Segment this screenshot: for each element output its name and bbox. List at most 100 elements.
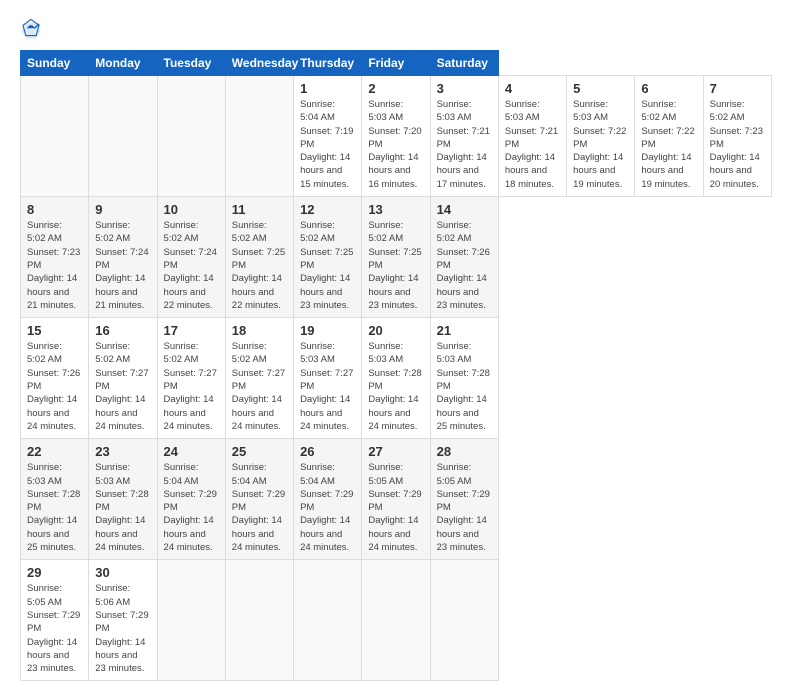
logo-icon	[20, 18, 42, 40]
day-info: Sunrise: 5:03 AMSunset: 7:21 PMDaylight:…	[505, 98, 560, 191]
calendar-cell: 4 Sunrise: 5:03 AMSunset: 7:21 PMDaylight…	[498, 76, 566, 197]
day-info: Sunrise: 5:04 AMSunset: 7:29 PMDaylight:…	[300, 461, 355, 554]
calendar-cell: 27Sunrise: 5:05 AMSunset: 7:29 PMDayligh…	[362, 439, 430, 560]
day-info: Sunrise: 5:04 AMSunset: 7:19 PMDaylight:…	[300, 98, 355, 191]
calendar-cell: 20 Sunrise: 5:03 AMSunset: 7:28 PMDayligh…	[362, 318, 430, 439]
day-info: Sunrise: 5:03 AMSunset: 7:28 PMDaylight:…	[437, 340, 492, 433]
day-info: Sunrise: 5:02 AMSunset: 7:23 PMDaylight:…	[27, 219, 82, 312]
calendar-cell: 17 Sunrise: 5:02 AMSunset: 7:27 PMDayligh…	[157, 318, 225, 439]
calendar-cell: 10 Sunrise: 5:02 AMSunset: 7:24 PMDayligh…	[157, 197, 225, 318]
calendar-cell: 28 Sunrise: 5:05 AMSunset: 7:29 PMDayligh…	[430, 439, 498, 560]
day-number: 30	[95, 565, 150, 580]
day-number: 25	[232, 444, 287, 459]
day-info: Sunrise: 5:04 AMSunset: 7:29 PMDaylight:…	[232, 461, 287, 554]
week-row-1: 1Sunrise: 5:04 AMSunset: 7:19 PMDaylight…	[21, 76, 772, 197]
day-number: 26	[300, 444, 355, 459]
calendar-cell: 30Sunrise: 5:06 AMSunset: 7:29 PMDayligh…	[89, 560, 157, 681]
calendar-cell: 11Sunrise: 5:02 AMSunset: 7:25 PMDayligh…	[225, 197, 293, 318]
calendar-cell	[225, 76, 293, 197]
day-number: 2	[368, 81, 423, 96]
day-number: 4	[505, 81, 560, 96]
calendar-cell: 1Sunrise: 5:04 AMSunset: 7:19 PMDaylight…	[294, 76, 362, 197]
calendar-table: SundayMondayTuesdayWednesdayThursdayFrid…	[20, 50, 772, 681]
day-info: Sunrise: 5:03 AMSunset: 7:28 PMDaylight:…	[95, 461, 150, 554]
day-info: Sunrise: 5:03 AMSunset: 7:22 PMDaylight:…	[573, 98, 628, 191]
week-row-3: 15 Sunrise: 5:02 AMSunset: 7:26 PMDayligh…	[21, 318, 772, 439]
calendar-cell: 23 Sunrise: 5:03 AMSunset: 7:28 PMDayligh…	[89, 439, 157, 560]
calendar-cell: 18Sunrise: 5:02 AMSunset: 7:27 PMDayligh…	[225, 318, 293, 439]
day-number: 28	[437, 444, 492, 459]
day-info: Sunrise: 5:02 AMSunset: 7:25 PMDaylight:…	[368, 219, 423, 312]
calendar-cell	[89, 76, 157, 197]
calendar-cell: 2 Sunrise: 5:03 AMSunset: 7:20 PMDaylight…	[362, 76, 430, 197]
calendar-cell: 6 Sunrise: 5:02 AMSunset: 7:22 PMDaylight…	[635, 76, 703, 197]
calendar-cell	[362, 560, 430, 681]
day-info: Sunrise: 5:02 AMSunset: 7:27 PMDaylight:…	[164, 340, 219, 433]
day-number: 17	[164, 323, 219, 338]
day-info: Sunrise: 5:02 AMSunset: 7:26 PMDaylight:…	[437, 219, 492, 312]
day-info: Sunrise: 5:02 AMSunset: 7:24 PMDaylight:…	[164, 219, 219, 312]
column-header-wednesday: Wednesday	[225, 51, 293, 76]
calendar-cell	[157, 76, 225, 197]
day-info: Sunrise: 5:02 AMSunset: 7:23 PMDaylight:…	[710, 98, 765, 191]
day-info: Sunrise: 5:02 AMSunset: 7:25 PMDaylight:…	[300, 219, 355, 312]
calendar-cell	[21, 76, 89, 197]
day-number: 13	[368, 202, 423, 217]
day-info: Sunrise: 5:05 AMSunset: 7:29 PMDaylight:…	[437, 461, 492, 554]
column-header-friday: Friday	[362, 51, 430, 76]
calendar-cell: 15 Sunrise: 5:02 AMSunset: 7:26 PMDayligh…	[21, 318, 89, 439]
calendar-cell	[294, 560, 362, 681]
column-header-saturday: Saturday	[430, 51, 498, 76]
header-row: SundayMondayTuesdayWednesdayThursdayFrid…	[21, 51, 772, 76]
week-row-2: 8 Sunrise: 5:02 AMSunset: 7:23 PMDaylight…	[21, 197, 772, 318]
day-info: Sunrise: 5:03 AMSunset: 7:28 PMDaylight:…	[368, 340, 423, 433]
week-row-4: 22 Sunrise: 5:03 AMSunset: 7:28 PMDayligh…	[21, 439, 772, 560]
column-header-sunday: Sunday	[21, 51, 89, 76]
calendar-cell: 21 Sunrise: 5:03 AMSunset: 7:28 PMDayligh…	[430, 318, 498, 439]
column-header-monday: Monday	[89, 51, 157, 76]
day-number: 21	[437, 323, 492, 338]
day-number: 10	[164, 202, 219, 217]
day-info: Sunrise: 5:03 AMSunset: 7:28 PMDaylight:…	[27, 461, 82, 554]
calendar-cell: 14 Sunrise: 5:02 AMSunset: 7:26 PMDayligh…	[430, 197, 498, 318]
day-number: 23	[95, 444, 150, 459]
logo	[20, 18, 46, 40]
calendar-cell: 13 Sunrise: 5:02 AMSunset: 7:25 PMDayligh…	[362, 197, 430, 318]
day-number: 6	[641, 81, 696, 96]
day-info: Sunrise: 5:02 AMSunset: 7:27 PMDaylight:…	[95, 340, 150, 433]
day-info: Sunrise: 5:04 AMSunset: 7:29 PMDaylight:…	[164, 461, 219, 554]
calendar-cell: 24 Sunrise: 5:04 AMSunset: 7:29 PMDayligh…	[157, 439, 225, 560]
day-number: 7	[710, 81, 765, 96]
week-row-5: 29Sunrise: 5:05 AMSunset: 7:29 PMDayligh…	[21, 560, 772, 681]
calendar-cell: 3 Sunrise: 5:03 AMSunset: 7:21 PMDaylight…	[430, 76, 498, 197]
calendar-cell: 16Sunrise: 5:02 AMSunset: 7:27 PMDayligh…	[89, 318, 157, 439]
day-number: 18	[232, 323, 287, 338]
calendar-cell: 7 Sunrise: 5:02 AMSunset: 7:23 PMDaylight…	[703, 76, 771, 197]
day-number: 22	[27, 444, 82, 459]
day-number: 14	[437, 202, 492, 217]
calendar-cell: 8 Sunrise: 5:02 AMSunset: 7:23 PMDaylight…	[21, 197, 89, 318]
day-number: 20	[368, 323, 423, 338]
day-number: 24	[164, 444, 219, 459]
day-number: 9	[95, 202, 150, 217]
day-number: 15	[27, 323, 82, 338]
calendar-cell: 5 Sunrise: 5:03 AMSunset: 7:22 PMDaylight…	[567, 76, 635, 197]
day-number: 3	[437, 81, 492, 96]
calendar-cell	[157, 560, 225, 681]
day-info: Sunrise: 5:03 AMSunset: 7:27 PMDaylight:…	[300, 340, 355, 433]
day-info: Sunrise: 5:02 AMSunset: 7:24 PMDaylight:…	[95, 219, 150, 312]
calendar-cell: 12Sunrise: 5:02 AMSunset: 7:25 PMDayligh…	[294, 197, 362, 318]
day-number: 5	[573, 81, 628, 96]
calendar-cell: 29Sunrise: 5:05 AMSunset: 7:29 PMDayligh…	[21, 560, 89, 681]
day-number: 8	[27, 202, 82, 217]
calendar-cell: 26 Sunrise: 5:04 AMSunset: 7:29 PMDayligh…	[294, 439, 362, 560]
day-info: Sunrise: 5:02 AMSunset: 7:22 PMDaylight:…	[641, 98, 696, 191]
day-info: Sunrise: 5:03 AMSunset: 7:20 PMDaylight:…	[368, 98, 423, 191]
day-info: Sunrise: 5:02 AMSunset: 7:26 PMDaylight:…	[27, 340, 82, 433]
calendar-cell: 25 Sunrise: 5:04 AMSunset: 7:29 PMDayligh…	[225, 439, 293, 560]
calendar-cell	[225, 560, 293, 681]
day-number: 29	[27, 565, 82, 580]
calendar-page: SundayMondayTuesdayWednesdayThursdayFrid…	[0, 0, 792, 691]
calendar-cell	[430, 560, 498, 681]
day-info: Sunrise: 5:03 AMSunset: 7:21 PMDaylight:…	[437, 98, 492, 191]
